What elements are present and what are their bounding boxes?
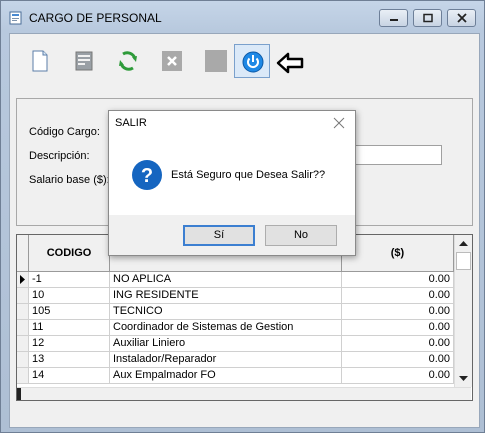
question-icon: ? (132, 160, 162, 190)
dialog-message: Está Seguro que Desea Salir?? (171, 169, 326, 181)
cell-descripcion[interactable]: Coordinador de Sistemas de Gestion (110, 320, 342, 336)
no-button[interactable]: No (265, 225, 337, 246)
row-indicator[interactable] (17, 304, 29, 320)
scroll-thumb[interactable] (456, 252, 471, 270)
cell-codigo[interactable]: 13 (29, 352, 110, 368)
refresh-icon (119, 51, 137, 71)
refresh-button[interactable] (110, 44, 146, 78)
blank-button[interactable] (198, 44, 234, 78)
yes-button[interactable]: Sí (183, 225, 255, 246)
delete-button[interactable] (154, 44, 190, 78)
cell-codigo[interactable]: -1 (29, 272, 110, 288)
vertical-scrollbar[interactable] (454, 235, 472, 387)
row-indicator[interactable] (17, 368, 29, 384)
cell-salario[interactable]: 0.00 (342, 288, 454, 304)
table-row[interactable]: 12 Auxiliar Liniero 0.00 (17, 336, 454, 352)
row-indicator[interactable] (17, 288, 29, 304)
codigo-cargo-label: Código Cargo: (29, 126, 100, 138)
column-header-codigo-label: CODIGO (46, 247, 92, 259)
column-header-codigo[interactable]: CODIGO (29, 235, 110, 272)
row-header-corner (17, 235, 29, 272)
cell-codigo[interactable]: 12 (29, 336, 110, 352)
maximize-icon (422, 13, 433, 23)
row-indicator[interactable] (17, 352, 29, 368)
delete-icon (162, 51, 182, 71)
salario-base-label: Salario base ($): (29, 174, 110, 186)
row-indicator[interactable] (17, 320, 29, 336)
table-row[interactable]: 13 Instalador/Reparador 0.00 (17, 352, 454, 368)
cell-codigo[interactable]: 11 (29, 320, 110, 336)
edit-button[interactable] (66, 44, 102, 78)
horizontal-scrollbar[interactable] (17, 387, 471, 400)
table-row[interactable]: 11 Coordinador de Sistemas de Gestion 0.00 (17, 320, 454, 336)
cell-descripcion[interactable]: Aux Empalmador FO (110, 368, 342, 384)
current-row-arrow-icon (20, 275, 25, 284)
cell-salario[interactable]: 0.00 (342, 352, 454, 368)
minimize-icon (389, 19, 398, 21)
cell-salario[interactable]: 0.00 (342, 272, 454, 288)
scroll-up-button[interactable] (455, 235, 472, 252)
cell-codigo[interactable]: 10 (29, 288, 110, 304)
cell-descripcion[interactable]: Instalador/Reparador (110, 352, 342, 368)
column-header-salario-label: ($) (390, 247, 405, 259)
arrow-left-icon (17, 388, 21, 400)
cell-descripcion[interactable]: NO APLICA (110, 272, 342, 288)
arrow-down-icon (459, 376, 468, 381)
table-row[interactable]: 105 TECNICO 0.00 (17, 304, 454, 320)
window-title: CARGO DE PERSONAL (29, 11, 162, 25)
cell-codigo[interactable]: 14 (29, 368, 110, 384)
left-arrow-icon (276, 52, 304, 74)
cell-salario[interactable]: 0.00 (342, 368, 454, 384)
close-window-button[interactable] (447, 9, 476, 27)
table-row[interactable]: 14 Aux Empalmador FO 0.00 (17, 368, 454, 384)
new-button[interactable] (22, 44, 58, 78)
row-indicator[interactable] (17, 336, 29, 352)
dialog-title: SALIR (115, 117, 147, 129)
dialog-footer: Sí No (109, 215, 355, 255)
cell-salario[interactable]: 0.00 (342, 320, 454, 336)
power-exit-icon (242, 51, 264, 73)
descripcion-label: Descripción: (29, 150, 90, 162)
svg-text:?: ? (141, 165, 153, 187)
table-row[interactable]: -1 NO APLICA 0.00 (17, 272, 454, 288)
cell-descripcion[interactable]: TECNICO (110, 304, 342, 320)
edit-form-icon (75, 51, 93, 71)
maximize-button[interactable] (413, 9, 442, 27)
close-icon (456, 13, 467, 23)
row-indicator[interactable] (17, 272, 29, 288)
column-header-salario[interactable]: ($) (342, 235, 454, 272)
cell-salario[interactable]: 0.00 (342, 336, 454, 352)
cell-salario[interactable]: 0.00 (342, 304, 454, 320)
table-row[interactable]: 10 ING RESIDENTE 0.00 (17, 288, 454, 304)
title-bar[interactable]: CARGO DE PERSONAL (1, 1, 484, 33)
minimize-button[interactable] (379, 9, 408, 27)
cargos-grid: CODIGO DESCRIPCION ($) -1NO APLICA0.0010… (16, 234, 473, 401)
dialog-close-icon[interactable] (333, 117, 345, 129)
exit-confirm-dialog: SALIR ? Está Seguro que Desea Salir?? Sí… (108, 110, 356, 256)
scroll-down-button[interactable] (455, 370, 472, 387)
blank-icon (205, 50, 227, 72)
cell-descripcion[interactable]: Auxiliar Liniero (110, 336, 342, 352)
new-document-icon (32, 50, 48, 72)
cell-descripcion[interactable]: ING RESIDENTE (110, 288, 342, 304)
exit-button[interactable] (234, 44, 270, 78)
arrow-up-icon (459, 241, 468, 246)
app-icon (9, 11, 22, 25)
cell-codigo[interactable]: 105 (29, 304, 110, 320)
